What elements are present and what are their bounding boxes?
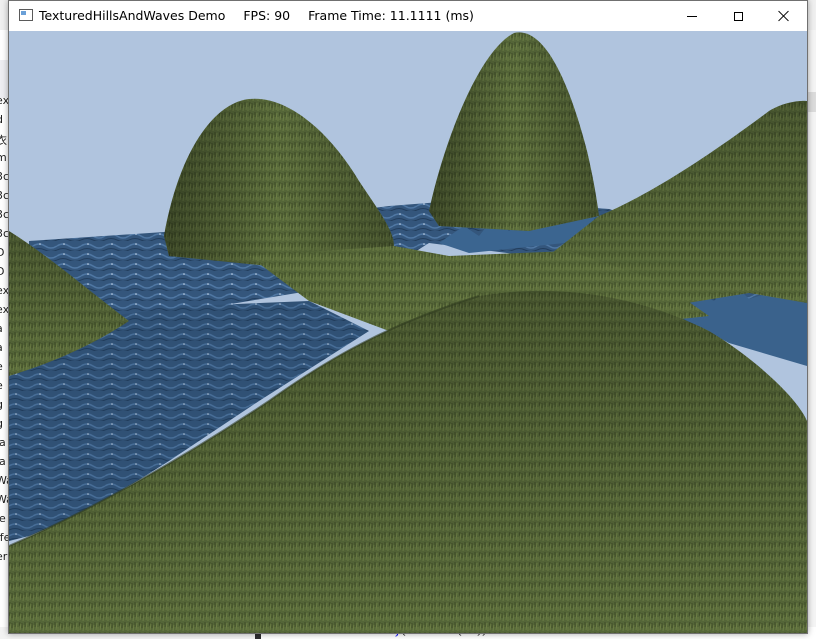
scene-render xyxy=(9,31,807,633)
background-tree-item[interactable]: D xyxy=(0,265,4,278)
background-tree-item[interactable]: a xyxy=(0,322,3,335)
maximize-button[interactable] xyxy=(715,1,761,31)
background-tree-item[interactable]: e xyxy=(0,379,3,392)
background-tree-item[interactable]: g xyxy=(0,417,3,430)
background-tree-item[interactable]: a xyxy=(0,341,3,354)
background-tree-item[interactable]: la xyxy=(0,436,6,449)
frame-time-readout: Frame Time: 11.1111 (ms) xyxy=(308,8,474,23)
background-tree-item[interactable]: m xyxy=(0,151,7,164)
background-tree-item[interactable]: D xyxy=(0,246,4,259)
app-name: TexturedHillsAndWaves Demo xyxy=(39,8,226,23)
background-scroll-strip xyxy=(808,92,816,112)
title-bar[interactable]: TexturedHillsAndWaves Demo FPS: 90 Frame… xyxy=(9,1,807,31)
background-tree-item[interactable]: d xyxy=(0,113,3,126)
background-tree-item[interactable]: la xyxy=(0,455,6,468)
close-icon xyxy=(778,10,790,22)
background-editor-edge xyxy=(808,30,816,639)
minimize-icon xyxy=(687,15,697,17)
window-title: TexturedHillsAndWaves Demo FPS: 90 Frame… xyxy=(39,8,488,23)
minimize-button[interactable] xyxy=(669,1,715,31)
demo-window[interactable]: TexturedHillsAndWaves Demo FPS: 90 Frame… xyxy=(8,0,808,634)
close-button[interactable] xyxy=(761,1,807,31)
app-window-icon xyxy=(19,9,33,21)
background-tree-item[interactable]: er xyxy=(0,550,7,563)
fps-readout: FPS: 90 xyxy=(243,8,291,23)
background-tree-item[interactable]: e xyxy=(0,360,3,373)
render-viewport[interactable] xyxy=(9,31,807,633)
background-tree-item[interactable]: g xyxy=(0,398,3,411)
background-tree-item[interactable]: 衣 xyxy=(0,132,7,148)
background-tree-item[interactable]: le xyxy=(0,512,6,525)
maximize-icon xyxy=(733,11,743,21)
